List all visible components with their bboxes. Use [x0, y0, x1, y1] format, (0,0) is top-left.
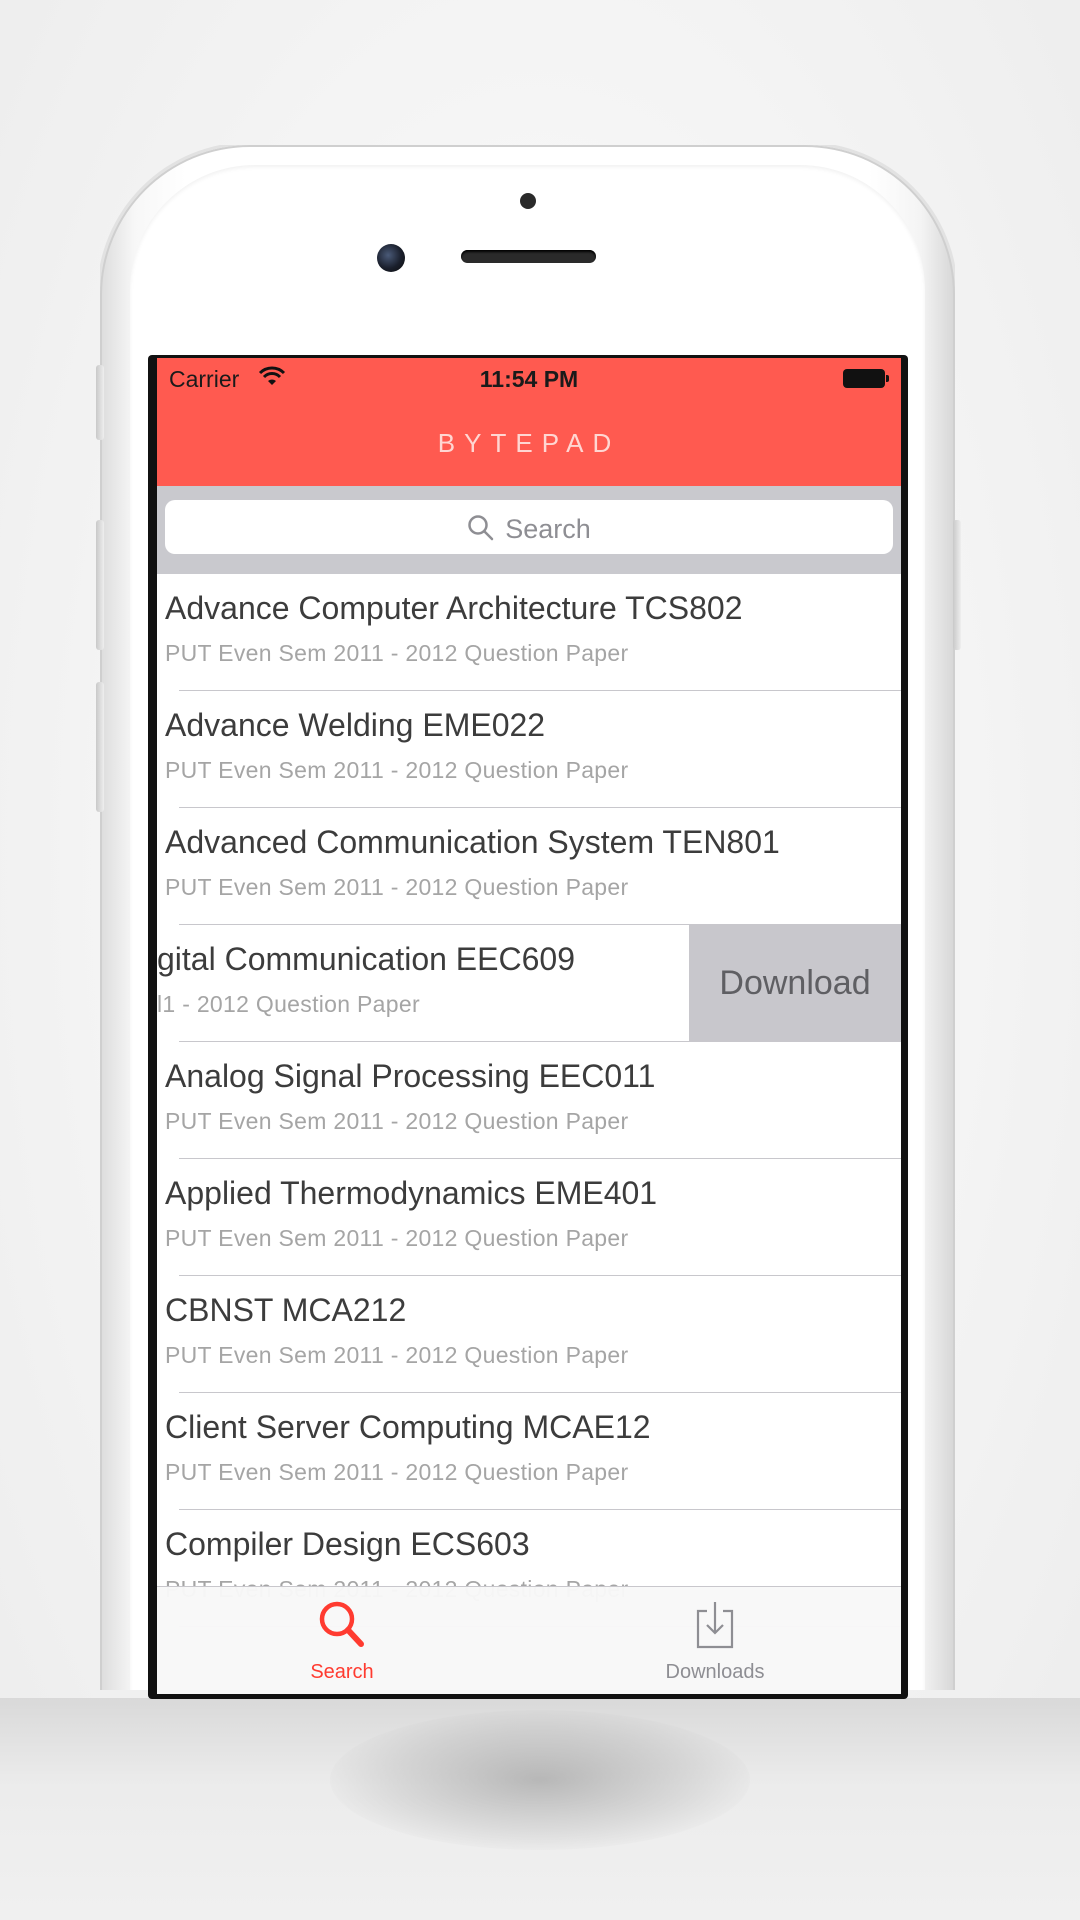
status-bar: Carrier 11:54 PM — [157, 358, 901, 398]
proximity-sensor — [520, 193, 536, 209]
tab-bar: Search Downloads — [157, 1586, 901, 1694]
volume-up-button — [96, 520, 104, 650]
paper-title: Applied Thermodynamics EME401 — [165, 1175, 658, 1211]
list-item[interactable]: Advance Welding EME022 PUT Even Sem 2011… — [157, 691, 901, 808]
paper-title: Advanced Communication System TEN801 — [165, 824, 780, 860]
paper-subtitle: PUT Even Sem 2011 - 2012 Question Paper — [165, 1108, 629, 1134]
phone-shadow — [330, 1710, 750, 1850]
battery-icon — [843, 369, 889, 388]
tab-downloads[interactable]: Downloads — [615, 1587, 815, 1694]
paper-subtitle: PUT Even Sem 2011 - 2012 Question Paper — [165, 1225, 629, 1251]
power-button — [953, 520, 961, 650]
tab-downloads-label: Downloads — [665, 1661, 765, 1683]
paper-title: Analog Signal Processing EEC011 — [165, 1058, 656, 1094]
tab-search-label: Search — [310, 1661, 374, 1683]
clock: 11:54 PM — [479, 366, 579, 392]
search-placeholder: Search — [505, 514, 591, 544]
list-item-swiped[interactable]: gital Communication EEC609 l1 - 2012 Que… — [157, 925, 901, 1042]
paper-title: Client Server Computing MCAE12 — [165, 1409, 651, 1445]
tab-search[interactable]: Search — [242, 1587, 442, 1694]
paper-subtitle: PUT Even Sem 2011 - 2012 Question Paper — [165, 640, 629, 666]
paper-title: CBNST MCA212 — [165, 1292, 407, 1328]
list-item[interactable]: Analog Signal Processing EEC011 PUT Even… — [157, 1042, 901, 1159]
download-button[interactable]: Download — [689, 925, 901, 1041]
earpiece-speaker — [461, 250, 596, 263]
search-icon — [468, 515, 494, 541]
paper-title: gital Communication EEC609 — [157, 941, 575, 977]
paper-subtitle: PUT Even Sem 2011 - 2012 Question Paper — [165, 874, 629, 900]
list-item[interactable]: CBNST MCA212 PUT Even Sem 2011 - 2012 Qu… — [157, 1276, 901, 1393]
list-item[interactable]: Client Server Computing MCAE12 PUT Even … — [157, 1393, 901, 1510]
paper-subtitle: PUT Even Sem 2011 - 2012 Question Paper — [165, 757, 629, 783]
list-item[interactable]: Advanced Communication System TEN801 PUT… — [157, 808, 901, 925]
paper-subtitle: PUT Even Sem 2011 - 2012 Question Paper — [165, 1459, 629, 1485]
magnifier-icon — [319, 1601, 364, 1647]
search-input[interactable]: Search — [165, 500, 893, 554]
mute-switch — [96, 365, 104, 440]
nav-title: BYTEPAD — [437, 428, 621, 458]
paper-list: Advance Computer Architecture TCS802 PUT… — [157, 574, 901, 1627]
paper-subtitle: l1 - 2012 Question Paper — [157, 991, 420, 1017]
front-camera — [377, 244, 405, 272]
paper-title: Compiler Design ECS603 — [165, 1526, 530, 1562]
paper-subtitle: PUT Even Sem 2011 - 2012 Question Paper — [165, 1342, 629, 1368]
search-bar: Search — [157, 486, 901, 574]
paper-title: Advance Welding EME022 — [165, 707, 546, 743]
paper-title: Advance Computer Architecture TCS802 — [165, 590, 743, 626]
list-item[interactable]: Advance Computer Architecture TCS802 PUT… — [157, 574, 901, 691]
app-header: Carrier 11:54 PM BYTEPAD — [157, 358, 901, 486]
download-tray-icon — [696, 1602, 734, 1649]
app-screen: Carrier 11:54 PM BYTEPAD Search Advance … — [157, 358, 901, 1694]
list-item[interactable]: Applied Thermodynamics EME401 PUT Even S… — [157, 1159, 901, 1276]
volume-down-button — [96, 682, 104, 812]
